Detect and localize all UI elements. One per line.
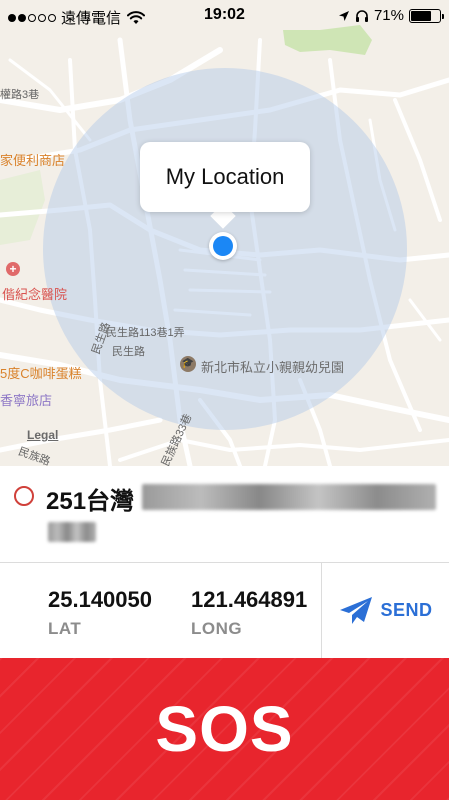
sos-button[interactable]: SOS: [0, 658, 449, 800]
location-arrow-icon: [338, 10, 349, 21]
longitude-value: 121.464891: [191, 587, 308, 612]
poi-memorial-hospital[interactable]: 偕紀念醫院: [2, 284, 67, 303]
road-label-lane-top: 權路3巷: [0, 89, 40, 101]
poi-coffee-shop[interactable]: 5度C咖啡蛋糕: [0, 363, 82, 382]
headphones-icon: [355, 9, 368, 22]
my-location-callout[interactable]: My Location: [140, 142, 310, 212]
hospital-icon: +: [6, 262, 20, 276]
longitude-label: LONG: [191, 619, 243, 638]
poi-convenience-store[interactable]: 家便利商店: [0, 150, 65, 169]
latitude-label: LAT: [48, 619, 82, 638]
road-label-minsheng: 民生路: [112, 346, 145, 358]
school-icon: 🎓: [180, 356, 196, 372]
longitude: 121.464891 LONG: [191, 587, 307, 639]
battery-percent: 71%: [373, 7, 404, 24]
status-bar: 遠傳電信 19:02 71%: [0, 0, 449, 32]
latitude: 25.140050 LAT: [48, 587, 152, 639]
current-location-dot[interactable]: [209, 232, 237, 260]
send-button[interactable]: SEND: [322, 563, 449, 658]
address-marker-icon: [14, 486, 34, 506]
callout-label: My Location: [165, 164, 285, 189]
poi-hotel[interactable]: 香寧旅店: [0, 390, 52, 409]
send-label: SEND: [380, 600, 433, 620]
map-view[interactable]: 權路3巷 家便利商店 + 偕紀念醫院 民生路113巷1弄 民生路 民生路 🎓 新…: [0, 0, 449, 466]
address-redacted-line-1: [142, 484, 436, 510]
status-right: 71%: [338, 7, 444, 24]
sos-label: SOS: [155, 693, 294, 765]
latitude-value: 25.140050: [48, 587, 152, 612]
battery-icon: [409, 8, 444, 23]
legal-link[interactable]: Legal: [27, 428, 58, 442]
address-text: 251台灣: [46, 488, 135, 515]
paper-plane-icon: [340, 596, 373, 624]
road-label-minsheng-lane: 民生路113巷1弄: [106, 327, 185, 339]
address-redacted-line-2: [48, 522, 96, 542]
poi-kindergarten[interactable]: 新北市私立小親親幼兒園: [201, 357, 344, 376]
